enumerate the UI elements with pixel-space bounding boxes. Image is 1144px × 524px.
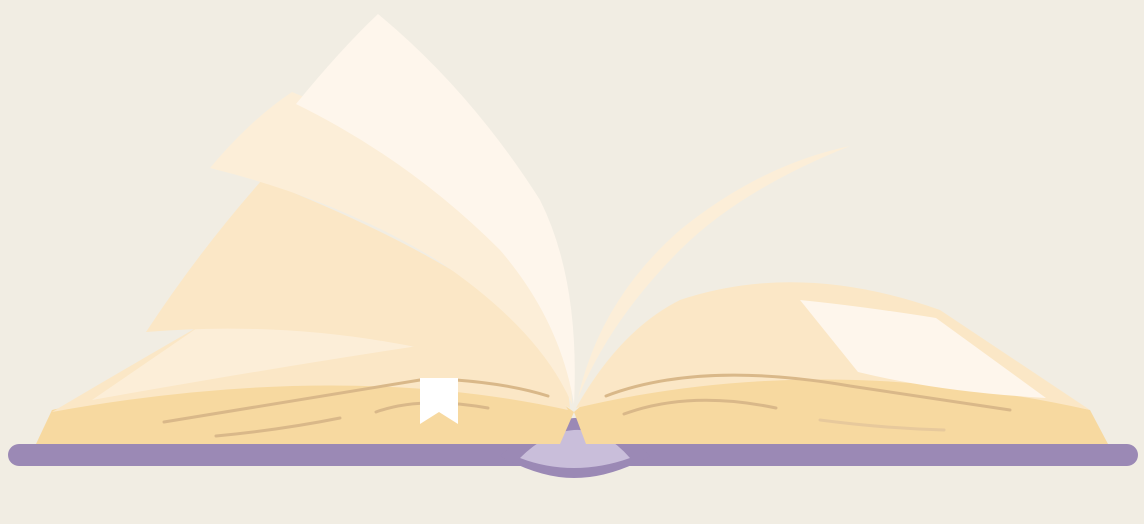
open-book-icon xyxy=(8,14,1138,478)
book-illustration-scene xyxy=(0,0,1144,524)
